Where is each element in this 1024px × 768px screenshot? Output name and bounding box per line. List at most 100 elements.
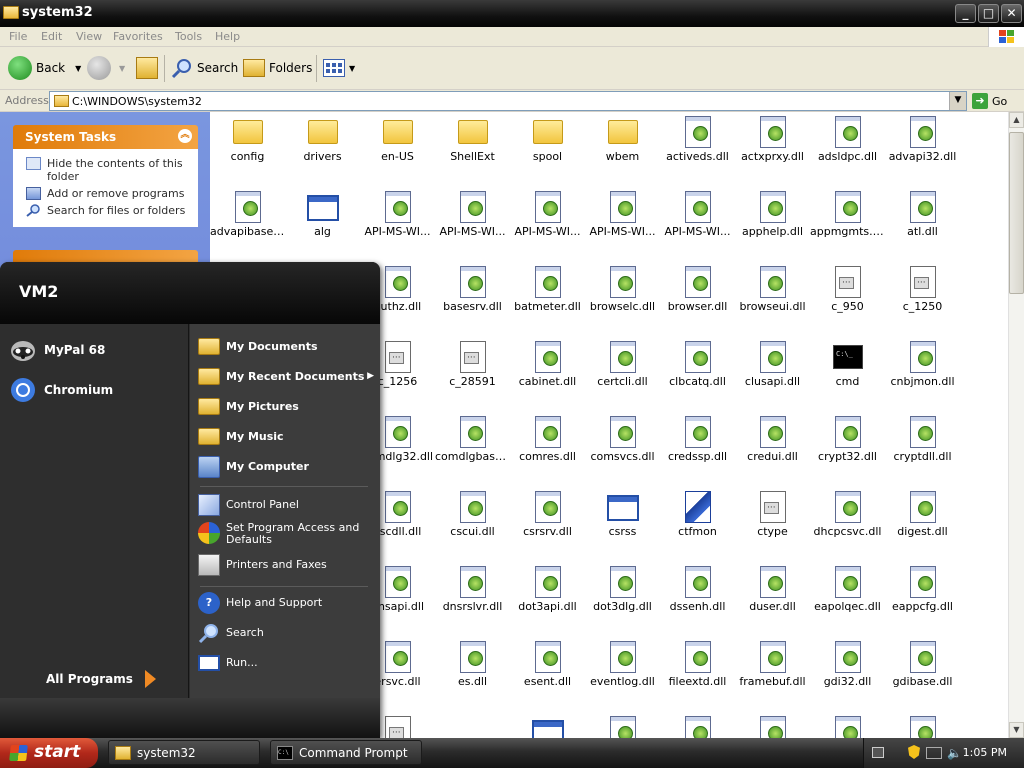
menu-tools[interactable]: Tools (175, 30, 202, 43)
views-button[interactable]: ▼ (323, 55, 355, 81)
file-item[interactable]: browselc.dll (585, 262, 660, 337)
file-item[interactable]: config (210, 112, 285, 187)
file-item[interactable]: apphelp.dll (735, 187, 810, 262)
file-item[interactable]: adsldpc.dll (810, 112, 885, 187)
keyboard-icon[interactable] (872, 747, 884, 758)
file-item[interactable]: API-MS-WI... (660, 187, 735, 262)
my-music-item[interactable]: My Music (198, 426, 374, 445)
file-item[interactable]: basesrv.dll (435, 262, 510, 337)
file-item[interactable]: advapi32.dll (885, 112, 960, 187)
file-item[interactable]: appmgmts.dll (810, 187, 885, 262)
file-item[interactable]: gdi32.dll (810, 637, 885, 712)
address-input[interactable]: C:\WINDOWS\system32 ▼ (49, 91, 967, 111)
pinned-chromium[interactable]: Chromium (10, 377, 113, 403)
menu-edit[interactable]: Edit (41, 30, 62, 43)
collapse-chevron-icon[interactable]: ︽ (178, 129, 192, 143)
file-item[interactable]: es.dll (435, 637, 510, 712)
file-item[interactable]: spool (510, 112, 585, 187)
printers-and-faxes-item[interactable]: Printers and Faxes (198, 554, 374, 576)
file-item[interactable]: eventlog.dll (585, 637, 660, 712)
file-item[interactable] (585, 712, 660, 738)
file-item[interactable] (735, 712, 810, 738)
task-command-prompt[interactable]: C:\ Command Prompt (270, 740, 422, 765)
file-item[interactable]: credui.dll (735, 412, 810, 487)
scroll-down-icon[interactable]: ▼ (1009, 722, 1024, 738)
file-item[interactable]: API-MS-WI... (585, 187, 660, 262)
file-item[interactable]: gdibase.dll (885, 637, 960, 712)
file-item[interactable]: API-MS-WI... (435, 187, 510, 262)
file-item[interactable]: API-MS-WI... (360, 187, 435, 262)
file-item[interactable]: credssp.dll (660, 412, 735, 487)
my-pictures-item[interactable]: My Pictures (198, 396, 374, 415)
file-item[interactable]: wbem (585, 112, 660, 187)
forward-button[interactable]: ▼ (87, 55, 125, 81)
file-item[interactable]: fileextd.dll (660, 637, 735, 712)
scroll-thumb[interactable] (1009, 132, 1024, 294)
file-item[interactable]: ShellExt (435, 112, 510, 187)
file-item[interactable]: actxprxy.dll (735, 112, 810, 187)
file-item[interactable]: dhcpcsvc.dll (810, 487, 885, 562)
file-item[interactable]: comsvcs.dll (585, 412, 660, 487)
file-item[interactable]: advapibase.dll (210, 187, 285, 262)
security-shield-icon[interactable] (908, 745, 920, 759)
file-item[interactable] (885, 712, 960, 738)
file-item[interactable]: clusapi.dll (735, 337, 810, 412)
volume-icon[interactable]: 🔈 (947, 746, 962, 760)
system-tasks-header[interactable]: System Tasks ︽ (13, 125, 198, 149)
menu-view[interactable]: View (76, 30, 102, 43)
file-item[interactable]: eappcfg.dll (885, 562, 960, 637)
set-program-access-item[interactable]: Set Program Access and Defaults (198, 522, 374, 546)
file-item[interactable]: c_1250 (885, 262, 960, 337)
file-item[interactable] (510, 712, 585, 738)
search-button[interactable]: Search (171, 55, 238, 81)
file-item[interactable]: dnsrslvr.dll (435, 562, 510, 637)
run-item[interactable]: Run... (198, 652, 374, 671)
file-item[interactable]: dot3dlg.dll (585, 562, 660, 637)
file-item[interactable] (660, 712, 735, 738)
file-item[interactable]: ctfmon (660, 487, 735, 562)
up-folder-button[interactable] (136, 55, 158, 81)
task-hide-contents[interactable]: Hide the contents of this folder (23, 157, 198, 183)
start-button[interactable]: start (0, 738, 98, 768)
task-search-files[interactable]: Search for files or folders (23, 204, 198, 217)
file-item[interactable]: browser.dll (660, 262, 735, 337)
file-item[interactable]: activeds.dll (660, 112, 735, 187)
file-item[interactable]: esent.dll (510, 637, 585, 712)
file-item[interactable]: cryptdll.dll (885, 412, 960, 487)
pinned-mypal[interactable]: MyPal 68 (10, 337, 105, 363)
minimize-button[interactable]: _ (955, 4, 976, 23)
file-item[interactable]: cnbjmon.dll (885, 337, 960, 412)
my-computer-item[interactable]: My Computer (198, 456, 374, 478)
back-button[interactable]: Back ▼ (8, 55, 81, 81)
file-item[interactable]: cmd (810, 337, 885, 412)
file-item[interactable]: eapolqec.dll (810, 562, 885, 637)
file-item[interactable]: batmeter.dll (510, 262, 585, 337)
close-button[interactable]: ✕ (1001, 4, 1022, 23)
file-item[interactable]: cscui.dll (435, 487, 510, 562)
file-item[interactable]: comres.dll (510, 412, 585, 487)
my-recent-documents-item[interactable]: My Recent Documents ▶ (198, 366, 374, 385)
file-item[interactable]: framebuf.dll (735, 637, 810, 712)
menu-help[interactable]: Help (215, 30, 240, 43)
scroll-up-icon[interactable]: ▲ (1009, 112, 1024, 128)
menu-favorites[interactable]: Favorites (113, 30, 163, 43)
control-panel-item[interactable]: Control Panel (198, 494, 374, 516)
file-item[interactable]: en-US (360, 112, 435, 187)
file-item[interactable]: dot3api.dll (510, 562, 585, 637)
my-documents-item[interactable]: My Documents (198, 336, 374, 355)
file-item[interactable]: crypt32.dll (810, 412, 885, 487)
file-item[interactable]: duser.dll (735, 562, 810, 637)
file-item[interactable]: API-MS-WI... (510, 187, 585, 262)
go-button[interactable]: ➜ Go (972, 92, 1007, 110)
menu-file[interactable]: File (9, 30, 27, 43)
vertical-scrollbar[interactable]: ▲ ▼ (1008, 112, 1024, 738)
file-item[interactable]: digest.dll (885, 487, 960, 562)
chevron-down-icon[interactable]: ▼ (949, 92, 966, 110)
task-system32[interactable]: system32 (108, 740, 260, 765)
file-item[interactable] (810, 712, 885, 738)
file-item[interactable]: comdlgbase.dll (435, 412, 510, 487)
search-item[interactable]: Search (198, 622, 374, 644)
file-item[interactable]: ctype (735, 487, 810, 562)
folders-button[interactable]: Folders (243, 55, 312, 81)
file-item[interactable]: clbcatq.dll (660, 337, 735, 412)
